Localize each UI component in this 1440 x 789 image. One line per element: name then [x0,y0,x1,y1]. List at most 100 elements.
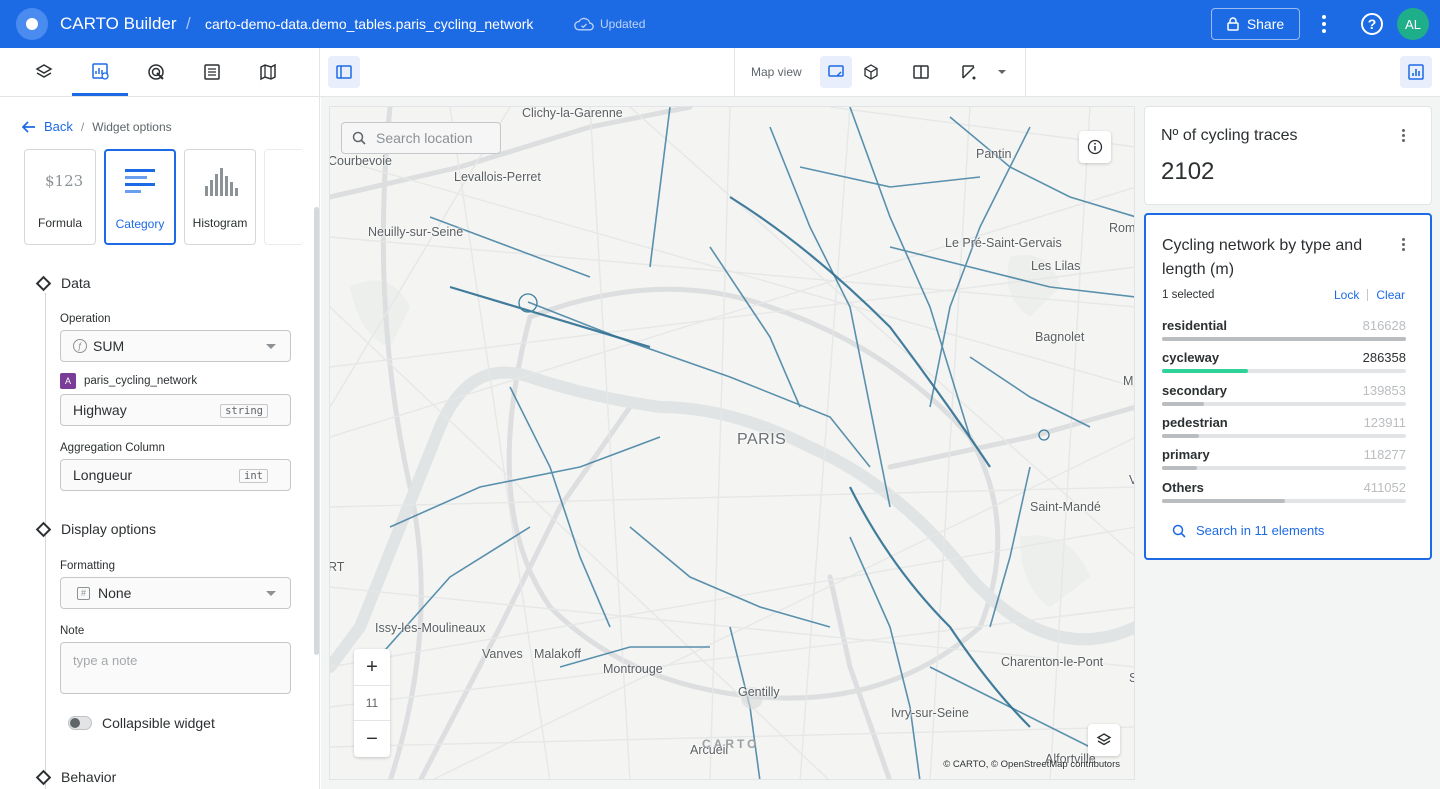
formatting-value: None [98,585,132,601]
arrow-left-icon[interactable] [22,120,36,133]
search-elements-button[interactable]: Search in 11 elements [1172,523,1324,538]
note-textarea[interactable]: type a note [60,642,291,694]
action-divider [1367,289,1369,301]
search-elements-label: Search in 11 elements [1196,523,1325,538]
widget-type-more[interactable] [264,149,304,245]
tab-legend[interactable] [184,48,240,96]
section-title: Display options [61,521,156,537]
map-info-button[interactable] [1079,131,1111,163]
category-row[interactable]: residential 816628 [1162,318,1406,346]
formatting-label: Formatting [60,560,115,572]
place-label: Issy-les-Moulineaux [375,621,486,635]
tab-interactions[interactable] [128,48,184,96]
source-badge: A [60,373,76,389]
map-name[interactable]: carto-demo-data.demo_tables.paris_cyclin… [205,16,533,32]
place-label: Pantin [976,147,1012,161]
place-label: Ivry-sur-Seine [891,706,969,720]
category-row[interactable]: primary 118277 [1162,447,1406,475]
widget-menu-icon[interactable] [1402,238,1406,251]
app-title: CARTO Builder [60,14,177,33]
histogram-icon [205,168,238,196]
widget-value: 2102 [1161,158,1215,185]
widget-menu-icon[interactable] [1402,129,1406,142]
split-view-button[interactable] [905,56,937,88]
map-canvas[interactable]: Clichy-la-Garenne Courbevoie Levallois-P… [329,106,1135,780]
category-bar [1162,401,1204,406]
map-attribution[interactable]: © CARTO, © OpenStreetMap contributors [943,759,1120,770]
aggregation-label: Aggregation Column [60,442,165,454]
measure-tool-button[interactable] [953,56,985,88]
category-name: primary [1162,447,1210,463]
search-icon [352,131,366,145]
place-label: Le Pré-Saint-Gervais [945,236,1062,250]
toggle-left-panel-button[interactable] [328,56,360,88]
place-label: Levallois-Perret [454,170,541,184]
basemap-layers-button[interactable] [1088,724,1120,756]
column-value: Highway [73,402,127,418]
place-label: Gentilly [738,685,780,699]
3d-view-button[interactable] [855,56,887,88]
operation-select[interactable]: ƒ SUM [60,330,291,362]
place-label: Vanves [482,647,523,661]
widget-type-category[interactable]: Category [104,149,176,245]
place-label: S [1129,671,1134,685]
source-name: paris_cycling_network [84,375,198,387]
tab-layers[interactable] [16,48,72,96]
diamond-icon [35,521,52,537]
category-value: 139853 [1362,382,1406,398]
carto-logo-icon[interactable] [16,8,48,40]
back-link[interactable]: Back [44,119,73,134]
left-panel-tabs [0,48,320,96]
place-label: Bagnolet [1035,330,1085,344]
category-name: secondary [1162,382,1228,398]
tab-basemaps[interactable] [240,48,296,96]
2d-view-button[interactable] [820,56,852,88]
zoom-in-button[interactable]: + [354,649,390,685]
formatting-select[interactable]: # None [60,577,291,609]
help-icon[interactable]: ? [1361,13,1383,35]
info-icon [1087,139,1103,155]
avatar[interactable]: AL [1397,8,1429,40]
section-display-options[interactable]: Display options [35,521,156,537]
tab-widgets[interactable] [72,48,128,96]
more-options-icon[interactable] [1316,12,1332,36]
widget-type-formula[interactable]: $123 Formula [24,149,96,245]
category-value: 411052 [1363,479,1406,495]
chevron-down-icon [266,591,276,596]
clear-button[interactable]: Clear [1376,288,1405,302]
breadcrumb-current: Widget options [92,119,172,134]
panel-scrollbar[interactable] [314,207,319,655]
place-label: Montrouge [603,662,663,676]
category-name: cycleway [1162,350,1220,366]
section-behavior[interactable]: Behavior [35,769,116,785]
section-data[interactable]: Data [35,275,91,291]
breadcrumb-separator: / [80,119,85,134]
category-row[interactable]: pedestrian 123911 [1162,415,1406,443]
category-row[interactable]: secondary 139853 [1162,383,1406,411]
collapsible-toggle-row[interactable]: Collapsible widget [68,715,215,731]
save-status: Updated [600,17,646,31]
measure-dropdown-button[interactable] [986,56,1018,88]
share-button[interactable]: Share [1211,8,1300,40]
category-row[interactable]: Others 411052 [1162,480,1406,508]
place-label: Rom [1109,221,1135,235]
column-select[interactable]: Highway string [60,394,291,426]
widget-options-panel: Back / Widget options $123 Formula Categ… [0,97,320,789]
zoom-out-button[interactable]: − [354,721,390,757]
category-bar-track [1162,466,1406,471]
widget-type-histogram[interactable]: Histogram [184,149,256,245]
category-bar-track [1162,498,1406,503]
search-placeholder: Search location [376,130,473,146]
lock-button[interactable]: Lock [1334,288,1359,302]
category-row[interactable]: cycleway 286358 [1162,350,1406,378]
secondary-toolbar: Map view [0,48,1440,97]
collapsible-toggle[interactable] [68,716,92,730]
aggregation-column-select[interactable]: Longueur int [60,459,291,491]
toggle-widgets-panel-button[interactable] [1400,56,1432,88]
lock-icon [1227,17,1239,31]
place-label-paris: PARIS [737,431,787,448]
widget-type-label: Formula [37,216,82,230]
note-label: Note [60,625,85,637]
search-location-input[interactable]: Search location [341,122,501,154]
source-row: A paris_cycling_network [60,373,197,389]
